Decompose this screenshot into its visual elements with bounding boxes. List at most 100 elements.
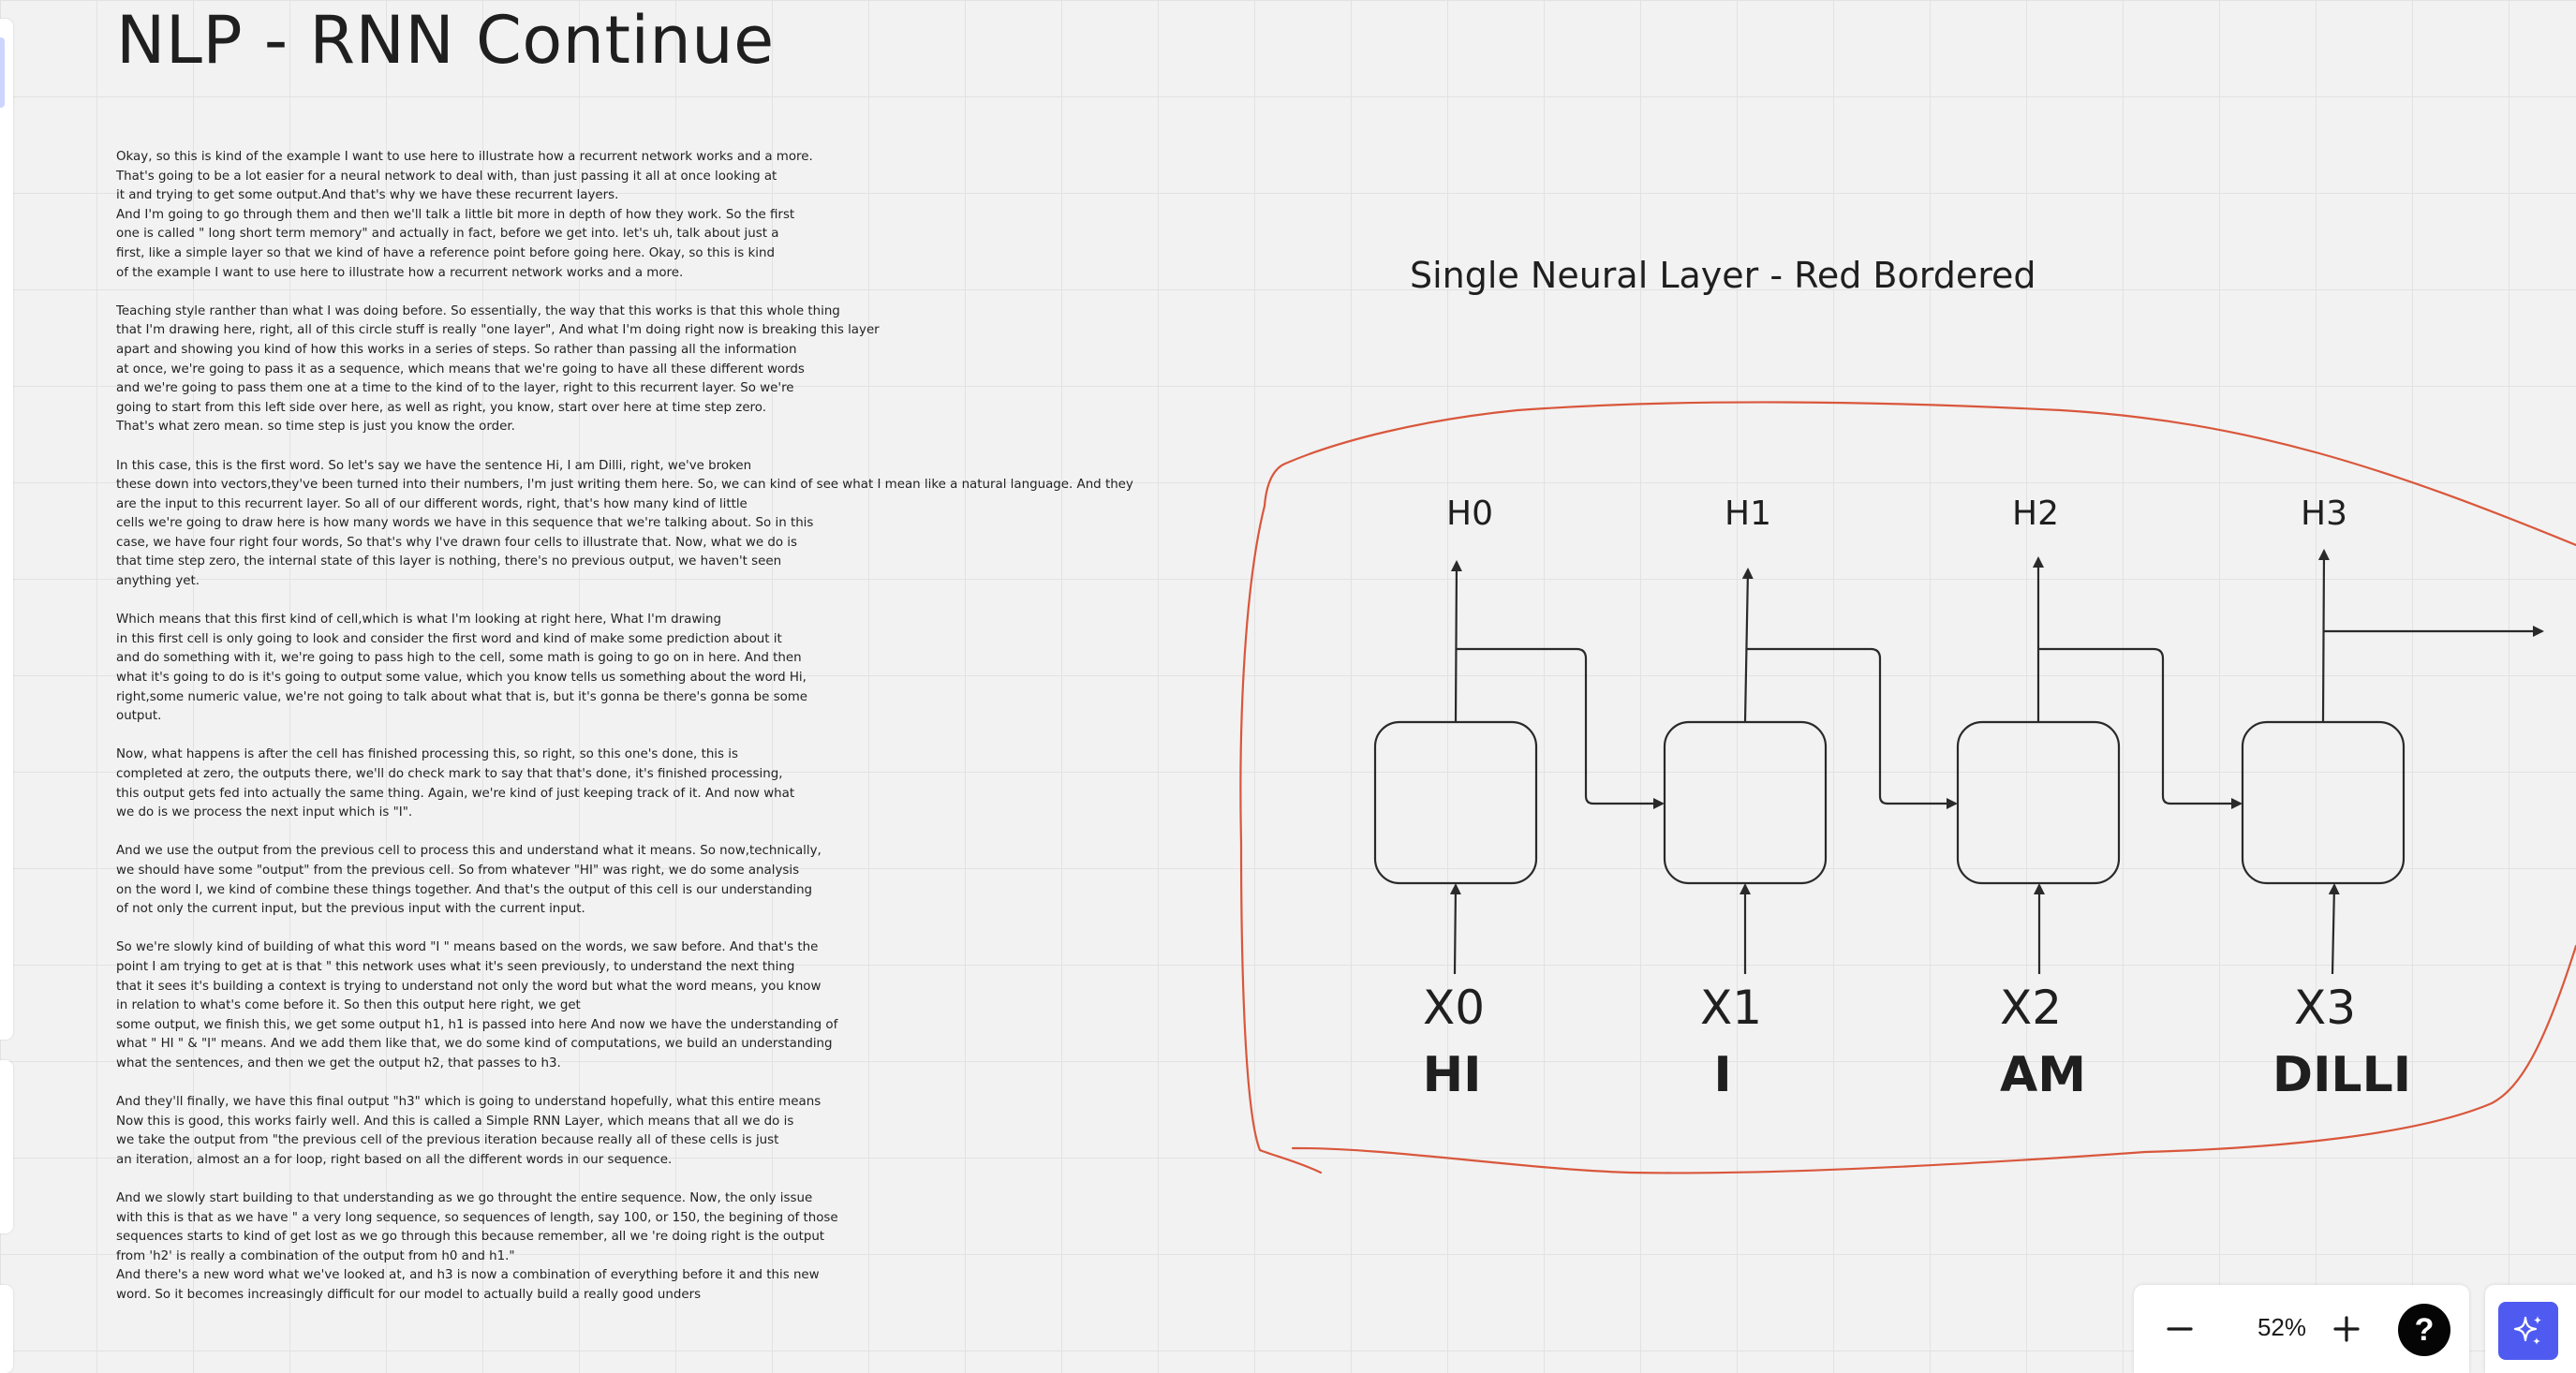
output-arrow-0 — [1450, 560, 1462, 723]
input-label-x0[interactable]: X0 — [1379, 981, 1529, 1035]
hidden-label-h3[interactable]: H3 — [2249, 495, 2399, 533]
notes-line: with this is that as we have " a very lo… — [116, 1210, 838, 1225]
notes-paragraph: And they'll finally, we have this final … — [116, 1093, 1156, 1170]
notes-paragraph: Now, what happens is after the cell has … — [116, 746, 1156, 822]
left-toolbar-rail — [0, 0, 13, 1373]
notes-line: at once, we're going to pass it as a seq… — [116, 362, 805, 376]
rnn-cell-1 — [1663, 720, 1828, 885]
notes-line: in relation to what's come before it. So… — [116, 998, 581, 1013]
zoom-out-button[interactable] — [2156, 1306, 2203, 1352]
notes-line: we take the output from "the previous ce… — [116, 1133, 779, 1148]
notes-line: case, we have four right four words, So … — [116, 535, 798, 550]
notes-line: And we use the output from the previous … — [116, 844, 822, 859]
notes-line: we should have some "output" from the pr… — [116, 863, 800, 878]
diagram-title[interactable]: Single Neural Layer - Red Bordered — [1410, 255, 2036, 296]
notes-paragraph: In this case, this is the first word. So… — [116, 457, 1156, 592]
notes-paragraph: And we use the output from the previous … — [116, 842, 1156, 919]
recurrent-arrow-2-3 — [2038, 647, 2243, 809]
notes-line: In this case, this is the first word. So… — [116, 458, 752, 473]
plus-icon — [2333, 1316, 2360, 1342]
notes-line: some output, we finish this, we get some… — [116, 1017, 838, 1032]
notes-line: that I'm drawing here, right, all of thi… — [116, 323, 880, 338]
notes-paragraph: Okay, so this is kind of the example I w… — [116, 148, 1156, 283]
notes-line: it and trying to get some output.And tha… — [116, 188, 619, 203]
left-panel-tertiary[interactable] — [0, 1285, 13, 1373]
notes-line: of the example I want to use here to ill… — [116, 265, 684, 280]
hidden-label-h2[interactable]: H2 — [1961, 495, 2110, 533]
recurrent-arrow-0-1 — [1457, 647, 1665, 809]
notes-line: anything yet. — [116, 574, 200, 589]
ai-assistant-panel — [2485, 1285, 2576, 1373]
input-arrow-0 — [1449, 883, 1461, 975]
input-arrow-3 — [2328, 883, 2340, 975]
notes-line: what it's going to do is it's going to o… — [116, 671, 807, 686]
left-panel-secondary[interactable] — [0, 1060, 13, 1233]
notes-line: and we're going to pass them one at a ti… — [116, 381, 794, 396]
page-title[interactable]: NLP - RNN Continue — [116, 2, 775, 79]
notes-line: of not only the current input, but the p… — [116, 902, 585, 917]
notes-line: Teaching style ranther than what I was d… — [116, 303, 840, 318]
notes-line: that it sees it's building a context is … — [116, 979, 822, 994]
notes-text-block[interactable]: Okay, so this is kind of the example I w… — [116, 148, 1156, 1324]
notes-line: Which means that this first kind of cell… — [116, 613, 721, 627]
notes-line: word. So it becomes increasingly difficu… — [116, 1288, 702, 1303]
notes-line: right,some numeric value, we're not goin… — [116, 689, 808, 704]
input-label-x3[interactable]: X3 — [2250, 981, 2400, 1035]
recurrent-arrow-1-2 — [1746, 647, 1958, 809]
notes-line: And there's a new word what we've looked… — [116, 1268, 820, 1283]
output-arrow-3 — [2317, 549, 2330, 723]
notes-line: And I'm going to go through them and the… — [116, 207, 795, 222]
zoom-in-button[interactable] — [2323, 1306, 2370, 1352]
notes-line: output. — [116, 709, 162, 724]
notes-line: are the input to this recurrent layer. S… — [116, 496, 748, 511]
notes-line: on the word I, we kind of combine these … — [116, 882, 813, 897]
notes-line: in this first cell is only going to look… — [116, 631, 782, 646]
notes-line: from 'h2' is really a combination of the… — [116, 1248, 515, 1263]
notes-line: Now this is good, this works fairly well… — [116, 1114, 794, 1129]
notes-line: going to start from this left side over … — [116, 400, 766, 415]
notes-line: this output gets fed into actually the s… — [116, 786, 795, 801]
notes-line: sequences starts to kind of get lost as … — [116, 1230, 825, 1245]
notes-paragraph: Teaching style ranther than what I was d… — [116, 303, 1156, 437]
notes-line: And they'll finally, we have this final … — [116, 1095, 822, 1110]
notes-line: cells we're going to draw here is how ma… — [116, 516, 814, 531]
notes-line: So we're slowly kind of building of what… — [116, 940, 819, 955]
notes-line: what the sentences, and then we get the … — [116, 1056, 561, 1070]
notes-line: that time step zero, the internal state … — [116, 554, 782, 569]
notes-line: first, like a simple layer so that we ki… — [116, 245, 775, 260]
input-label-x2[interactable]: X2 — [1956, 981, 2106, 1035]
word-label-hi[interactable]: HI — [1377, 1047, 1527, 1103]
notes-line: one is called " long short term memory" … — [116, 227, 779, 242]
rnn-cell-3 — [2241, 720, 2406, 885]
notes-line: an iteration, almost an a for loop, righ… — [116, 1152, 673, 1167]
sparkles-icon — [2513, 1316, 2541, 1345]
ai-assistant-button[interactable] — [2498, 1302, 2558, 1360]
notes-line: apart and showing you kind of how this w… — [116, 342, 797, 357]
output-arrow-1 — [1741, 568, 1754, 723]
zoom-toolbar: 52% ? — [2134, 1285, 2469, 1373]
input-label-x1[interactable]: X1 — [1656, 981, 1806, 1035]
left-toolbar-panel[interactable] — [0, 19, 13, 1040]
notes-line: And we slowly start building to that und… — [116, 1191, 813, 1206]
rnn-cell-0 — [1373, 720, 1538, 885]
notes-paragraph: So we're slowly kind of building of what… — [116, 938, 1156, 1073]
word-label-dilli[interactable]: DILLI — [2267, 1047, 2417, 1103]
word-label-am[interactable]: AM — [1968, 1047, 2118, 1103]
notes-line: completed at zero, the outputs there, we… — [116, 767, 783, 781]
notes-line: these down into vectors,they've been tur… — [116, 478, 1133, 493]
zoom-level[interactable]: 52% — [2244, 1313, 2319, 1342]
notes-line: what " HI " & "I" means. And we add them… — [116, 1037, 833, 1052]
notes-paragraph: Which means that this first kind of cell… — [116, 611, 1156, 727]
hidden-label-h1[interactable]: H1 — [1673, 495, 1823, 533]
help-button[interactable]: ? — [2398, 1304, 2450, 1356]
notes-line: That's what zero mean. so time step is j… — [116, 420, 515, 435]
notes-paragraph: And we slowly start building to that und… — [116, 1189, 1156, 1306]
notes-line: Now, what happens is after the cell has … — [116, 747, 738, 762]
word-label-i[interactable]: I — [1648, 1047, 1798, 1103]
notes-line: Okay, so this is kind of the example I w… — [116, 150, 813, 164]
notes-line: That's going to be a lot easier for a ne… — [116, 169, 777, 184]
minus-icon — [2167, 1327, 2193, 1331]
rnn-cell-2 — [1956, 720, 2121, 885]
hidden-label-h0[interactable]: H0 — [1395, 495, 1545, 533]
notes-line: and do something with it, we're going to… — [116, 651, 802, 666]
